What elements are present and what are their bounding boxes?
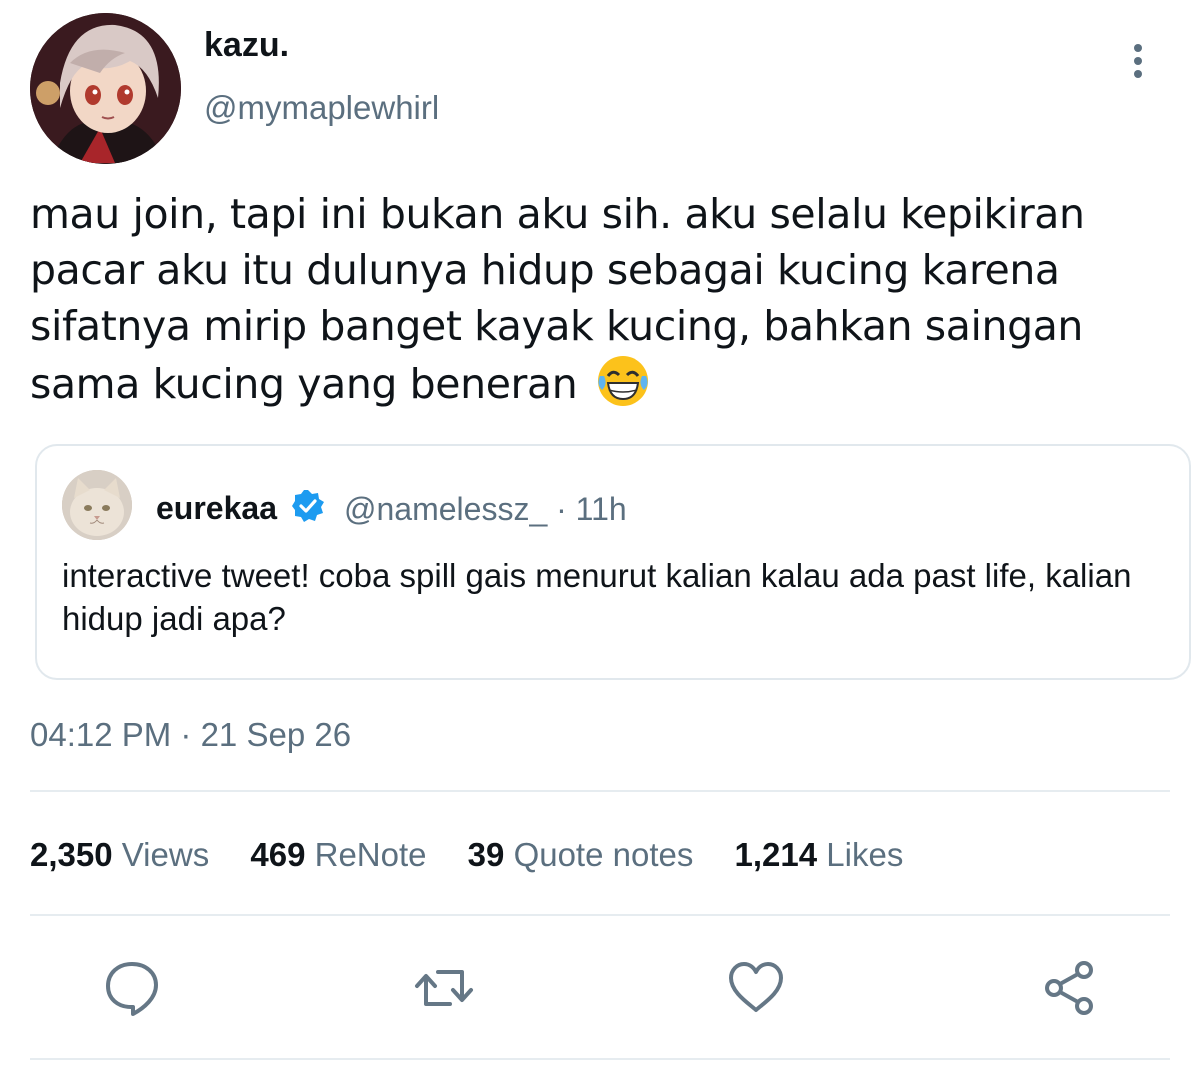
cat-avatar-icon (62, 470, 132, 540)
quoted-author-avatar[interactable] (62, 470, 132, 540)
like-icon (729, 962, 783, 1012)
renote-button[interactable] (414, 958, 474, 1018)
divider (30, 790, 1170, 792)
stat-likes-count: 1,214 (734, 836, 818, 873)
stat-views-count: 2,350 (30, 836, 113, 873)
stat-quote-notes-label: Quote notes (513, 836, 694, 873)
stat-views[interactable]: 2,350 Views (30, 836, 209, 874)
like-button[interactable] (726, 958, 786, 1018)
tweet-text: mau join, tapi ini bukan aku sih. aku se… (30, 190, 1085, 408)
author-avatar[interactable] (30, 13, 181, 164)
stat-renote-count: 469 (250, 836, 306, 873)
author-display-name[interactable]: kazu. (204, 26, 289, 65)
author-handle[interactable]: @mymaplewhirl (204, 89, 439, 127)
quoted-handle-time: @namelessz_ · 11h (344, 491, 627, 527)
share-icon (1045, 961, 1093, 1015)
stat-renote[interactable]: 469 ReNote (250, 836, 426, 874)
tweet-stats: 2,350 Views 469 ReNote 39 Quote notes 1,… (30, 836, 935, 874)
reply-button[interactable] (102, 958, 162, 1018)
reply-icon (106, 962, 158, 1016)
anime-character-avatar-icon (30, 13, 181, 164)
stat-likes-label: Likes (826, 836, 904, 873)
stat-quote-notes[interactable]: 39 Quote notes (468, 836, 694, 874)
stat-renote-label: ReNote (314, 836, 427, 873)
verified-badge-icon (292, 490, 324, 522)
renote-icon (415, 970, 473, 1006)
quoted-tweet-card[interactable]: eurekaa @namelessz_ · 11h interactive tw… (35, 444, 1191, 680)
stat-likes[interactable]: 1,214 Likes (735, 836, 904, 874)
face-with-tears-of-joy-emoji-icon (596, 354, 650, 422)
tweet-timestamp[interactable]: 04:12 PM · 21 Sep 26 (30, 716, 351, 754)
more-options-icon[interactable] (1120, 40, 1156, 84)
stat-views-label: Views (121, 836, 210, 873)
divider (30, 1058, 1170, 1060)
tweet-body: mau join, tapi ini bukan aku sih. aku se… (30, 186, 1150, 422)
divider (30, 914, 1170, 916)
share-button[interactable] (1040, 958, 1100, 1018)
stat-quote-notes-count: 39 (467, 836, 505, 873)
quoted-author-name[interactable]: eurekaa (156, 490, 277, 527)
quoted-text: interactive tweet! coba spill gais menur… (62, 557, 1132, 637)
